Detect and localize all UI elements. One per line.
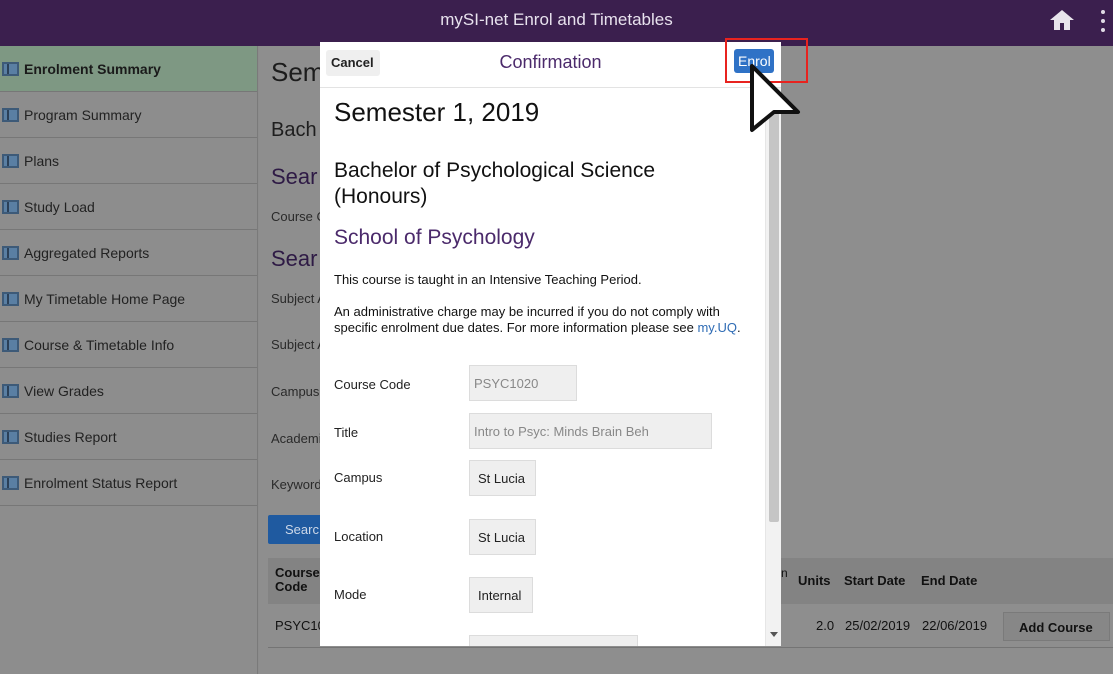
location-label: Location <box>334 529 384 544</box>
sidebar-item-aggregated-reports[interactable]: Aggregated Reports <box>0 230 257 276</box>
scroll-down-icon[interactable] <box>770 632 778 637</box>
col-units: Units <box>798 573 831 588</box>
admin-charge-text: An administrative charge may be incurred… <box>334 304 720 335</box>
subject-area-label: Subject A <box>271 291 326 306</box>
semester-heading: Semester 1, 2019 <box>334 97 540 127</box>
next-field-partial[interactable] <box>469 635 638 646</box>
campus-label: Campus <box>334 470 383 485</box>
sidebar-item-label: Plans <box>24 152 60 169</box>
table-icon <box>2 475 19 490</box>
modal-header: Cancel Confirmation Enrol <box>320 42 781 88</box>
sidebar-item-my-timetable[interactable]: My Timetable Home Page <box>0 276 257 322</box>
app-title: mySI-net Enrol and Timetables <box>440 10 673 29</box>
admin-charge-end: . <box>736 320 741 335</box>
admin-charge-notice: An administrative charge may be incurred… <box>334 304 744 336</box>
school-name: School of Psychology <box>334 226 535 249</box>
app-header: mySI-net Enrol and Timetables <box>0 0 1113 46</box>
sidebar-item-label: View Grades <box>24 382 104 399</box>
program-name: Bachelor of Psychological Science (Honou… <box>334 159 656 208</box>
intensive-notice: This course is taught in an Intensive Te… <box>334 272 642 287</box>
sidebar-item-label: Enrolment Summary <box>24 60 161 77</box>
sidebar-item-label: Enrolment Status Report <box>24 474 178 491</box>
sidebar-item-enrolment-summary[interactable]: Enrolment Summary <box>0 46 257 92</box>
campus-label: Campus <box>271 384 320 399</box>
sidebar-item-label: Program Summary <box>24 106 142 123</box>
table-icon <box>2 245 19 260</box>
sidebar-item-label: Course & Timetable Info <box>24 336 175 353</box>
title-label: Title <box>334 425 359 440</box>
row-start-date: 25/02/2019 <box>845 618 911 633</box>
sidebar-item-label: Study Load <box>24 198 95 215</box>
page-title: Sem <box>271 57 325 87</box>
search-button[interactable]: Searc <box>268 515 328 544</box>
sidebar-item-label: Studies Report <box>24 428 117 445</box>
search-heading-2: Sear <box>271 246 318 271</box>
add-course-button[interactable]: Add Course <box>1003 612 1110 641</box>
modal-scrollbar[interactable] <box>765 88 781 646</box>
myuq-link[interactable]: my.UQ <box>697 320 736 335</box>
row-units: 2.0 <box>816 618 835 633</box>
table-icon <box>2 153 19 168</box>
sidebar-item-study-load[interactable]: Study Load <box>0 184 257 230</box>
more-vertical-icon[interactable] <box>1099 8 1107 32</box>
academic-label: Academi <box>271 431 322 446</box>
cursor-arrow-icon <box>750 64 800 132</box>
row-end-date: 22/06/2019 <box>922 618 988 633</box>
sidebar-item-plans[interactable]: Plans <box>0 138 257 184</box>
sidebar-item-label: My Timetable Home Page <box>24 290 186 307</box>
sidebar-item-view-grades[interactable]: View Grades <box>0 368 257 414</box>
course-code-label: Course Code <box>334 377 411 392</box>
table-icon <box>2 383 19 398</box>
sidebar-item-enrolment-status-report[interactable]: Enrolment Status Report <box>0 460 257 506</box>
campus-select[interactable]: St Lucia <box>469 460 536 496</box>
sidebar-item-label: Aggregated Reports <box>24 244 150 261</box>
subject-area-label-2: Subject A <box>271 337 326 352</box>
search-heading-1: Sear <box>271 164 318 189</box>
table-icon <box>2 337 19 352</box>
table-icon <box>2 291 19 306</box>
sidebar-item-course-timetable-info[interactable]: Course & Timetable Info <box>0 322 257 368</box>
modal-title: Confirmation <box>499 52 602 72</box>
title-field: Intro to Psyc: Minds Brain Beh <box>469 413 712 449</box>
program-heading: Bach <box>271 119 317 141</box>
table-icon <box>2 107 19 122</box>
mode-label: Mode <box>334 587 367 602</box>
scroll-thumb[interactable] <box>769 102 779 522</box>
sidebar-item-studies-report[interactable]: Studies Report <box>0 414 257 460</box>
sidebar-item-program-summary[interactable]: Program Summary <box>0 92 257 138</box>
col-start-date: Start Date <box>844 573 906 588</box>
keyword-label: Keyword <box>271 477 322 492</box>
row-course-code: PSYC10 <box>275 618 325 633</box>
course-code-field: PSYC1020 <box>469 365 577 401</box>
table-icon <box>2 61 19 76</box>
mode-select[interactable]: Internal <box>469 577 533 613</box>
col-end-date: End Date <box>921 573 978 588</box>
location-select[interactable]: St Lucia <box>469 519 536 555</box>
confirmation-modal: Cancel Confirmation Enrol Semester 1, 20… <box>320 42 781 646</box>
home-icon[interactable] <box>1049 8 1075 32</box>
col-course-code: Course Code <box>275 565 320 594</box>
sidebar-nav: Enrolment Summary Program Summary Plans … <box>0 46 258 674</box>
table-icon <box>2 199 19 214</box>
course-code-label: Course C <box>271 209 326 224</box>
col-partial: n <box>781 566 788 580</box>
table-icon <box>2 429 19 444</box>
